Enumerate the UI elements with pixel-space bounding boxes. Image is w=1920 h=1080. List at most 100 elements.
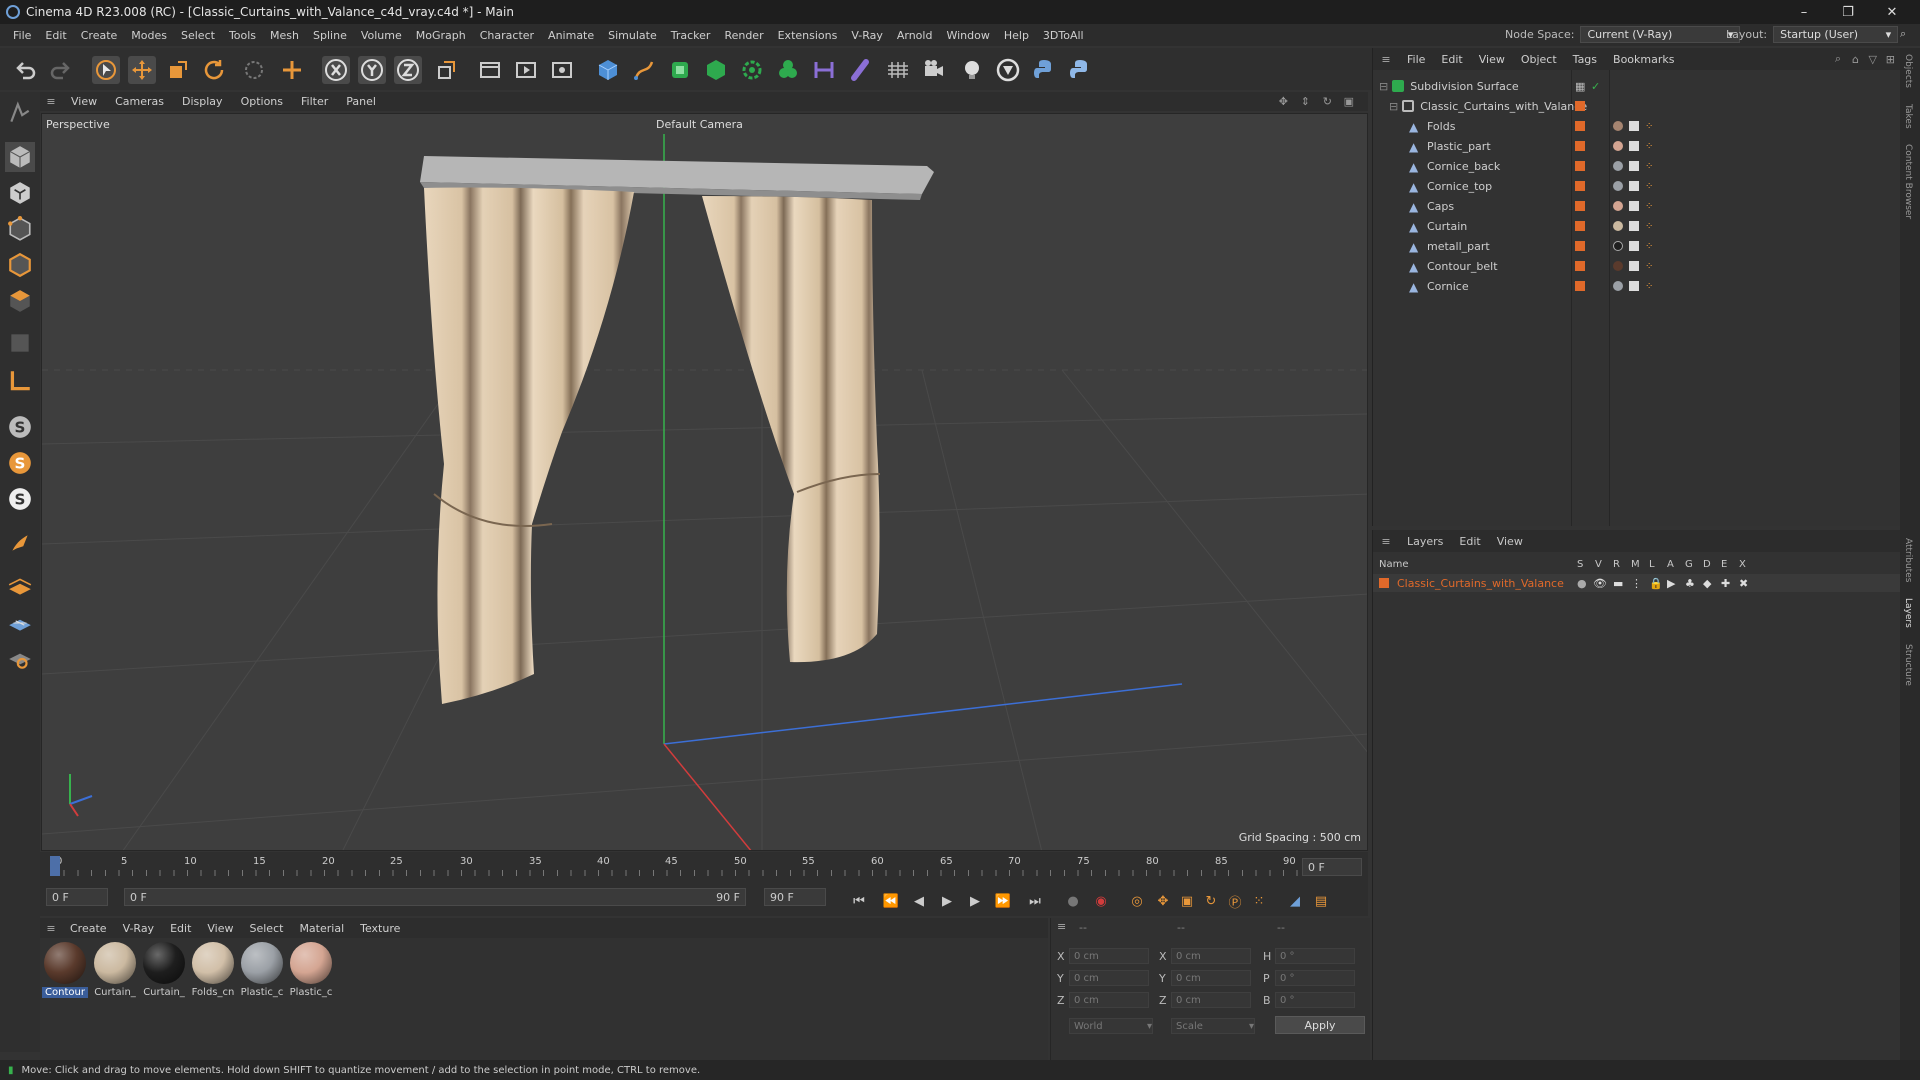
lock-toggle-icon[interactable]: 🔒 [1649,577,1663,590]
layer-color-swatch[interactable] [1575,121,1585,131]
texture-mode-icon[interactable] [5,178,35,208]
menu-animate[interactable]: Animate [541,29,601,42]
layer-menu-layers[interactable]: Layers [1399,535,1451,548]
uvw-tag-icon[interactable] [1629,121,1639,131]
coordinate-system-icon[interactable] [432,56,460,84]
go-to-end-icon[interactable]: ⏭ [1024,890,1046,912]
menu-tracker[interactable]: Tracker [664,29,718,42]
camera-icon[interactable] [920,56,948,84]
search-icon[interactable]: ⌕ [1900,27,1906,41]
menu-vray[interactable]: V-Ray [844,29,890,42]
light-icon[interactable] [958,56,986,84]
extrude-generator-icon[interactable] [702,56,730,84]
uvw-tag-icon[interactable] [1629,221,1639,231]
menu-tools[interactable]: Tools [222,29,263,42]
layer-color-swatch[interactable] [1575,221,1585,231]
go-to-start-icon[interactable]: ⏮ [848,890,870,912]
zoom-view-icon[interactable]: ⇕ [1301,95,1310,108]
xref-toggle-icon[interactable]: ✖ [1739,577,1748,590]
redo-icon[interactable] [46,56,74,84]
menu-help[interactable]: Help [997,29,1036,42]
hamburger-menu-icon[interactable]: ≡ [1057,920,1066,933]
parameter-key-icon[interactable]: Ⓟ [1224,890,1246,912]
material-swatch[interactable]: Folds_cn [190,942,236,998]
menu-extensions[interactable]: Extensions [771,29,845,42]
end-frame-field[interactable]: 90 F [764,888,826,906]
material-tag-icon[interactable] [1613,161,1623,171]
material-swatch[interactable]: Curtain_ [92,942,138,998]
enabled-check-icon[interactable]: ✓ [1591,80,1600,93]
select-tool-icon[interactable] [92,56,120,84]
pos-y-field[interactable]: 0 cm [1069,970,1149,986]
menu-edit[interactable]: Edit [38,29,73,42]
tab-objects[interactable]: Objects [1903,54,1913,88]
tab-takes[interactable]: Takes [1903,104,1913,129]
uvw-tag-icon[interactable] [1629,181,1639,191]
z-axis-lock-icon[interactable] [394,56,422,84]
viewport-menu-view[interactable]: View [62,95,106,108]
material-swatch[interactable]: Plastic_c [288,942,334,998]
render-settings-icon[interactable] [548,56,576,84]
maximize-button[interactable]: ❐ [1826,0,1870,24]
layer-menu-edit[interactable]: Edit [1451,535,1488,548]
rot-p-field[interactable]: 0 ° [1275,970,1355,986]
menu-arnold[interactable]: Arnold [890,29,940,42]
vray-logo-icon[interactable] [994,56,1022,84]
object-row[interactable]: ▲ Curtain ⁘ [1373,216,1901,236]
material-tag-icon[interactable] [1613,201,1623,211]
object-menu-edit[interactable]: Edit [1433,53,1470,66]
uv-mode-icon[interactable] [5,328,35,358]
object-row[interactable]: ▲ Cornice ⁘ [1373,276,1901,296]
material-menu-edit[interactable]: Edit [162,922,199,935]
pos-z-field[interactable]: 0 cm [1069,992,1149,1008]
camera-name[interactable]: Default Camera [656,118,743,131]
undo-icon[interactable] [12,56,40,84]
tab-layers[interactable]: Layers [1903,598,1913,628]
layer-color-swatch[interactable] [1575,141,1585,151]
material-swatch[interactable]: Curtain_ [141,942,187,998]
view-toggle-icon[interactable]: 👁 [1593,577,1607,590]
pen-spline-icon[interactable] [630,56,658,84]
layer-menu-view[interactable]: View [1489,535,1531,548]
keyframe-selection-icon[interactable]: ◎ [1126,890,1148,912]
render-toggle-icon[interactable]: ▬ [1613,577,1623,590]
previous-frame-icon[interactable]: ◀ [908,890,930,912]
collapse-icon[interactable]: ⊟ [1379,80,1388,93]
uvw-tag-icon[interactable] [1629,241,1639,251]
object-menu-tags[interactable]: Tags [1565,53,1605,66]
object-row[interactable]: ▲ Plastic_part ⁘ [1373,136,1901,156]
layer-row[interactable]: Classic_Curtains_with_Valance ● 👁 ▬ ⋮ 🔒 … [1373,574,1901,592]
menu-spline[interactable]: Spline [306,29,354,42]
texture-tag-icon[interactable]: ⁘ [1645,121,1655,132]
tab-content-browser[interactable]: Content Browser [1903,144,1913,219]
previous-key-icon[interactable]: ⏪ [880,890,902,912]
generator-toggle-icon[interactable]: ♣ [1685,577,1695,590]
record-active-icon[interactable]: ● [1062,890,1084,912]
rotate-tool-icon[interactable] [200,56,228,84]
rot-b-field[interactable]: 0 ° [1275,992,1355,1008]
menu-render[interactable]: Render [717,29,770,42]
deformer-icon[interactable] [774,56,802,84]
object-menu-view[interactable]: View [1471,53,1513,66]
menu-mograph[interactable]: MoGraph [409,29,473,42]
scale-tool-icon[interactable] [164,56,192,84]
minimize-button[interactable]: – [1782,0,1826,24]
uvw-tag-icon[interactable] [1629,161,1639,171]
object-row[interactable]: ▲ Cornice_top ⁘ [1373,176,1901,196]
snap-settings-icon[interactable]: S [5,448,35,478]
layer-color-swatch[interactable] [1379,578,1389,588]
solo-toggle-icon[interactable]: ● [1577,577,1587,590]
hamburger-menu-icon[interactable]: ≡ [1373,53,1399,66]
texture-tag-icon[interactable]: ⁘ [1645,241,1655,252]
next-frame-icon[interactable]: ▶ [964,890,986,912]
texture-tag-icon[interactable]: ⁘ [1645,181,1655,192]
render-picture-viewer-icon[interactable] [512,56,540,84]
autokey-icon[interactable]: ◉ [1090,890,1112,912]
filter-icon[interactable]: ▽ [1869,53,1877,66]
viewport-menu-filter[interactable]: Filter [292,95,337,108]
menu-simulate[interactable]: Simulate [601,29,664,42]
current-frame-field[interactable]: 0 F [1302,858,1362,876]
uvw-tag-icon[interactable] [1629,261,1639,271]
size-y-field[interactable]: 0 cm [1171,970,1251,986]
material-tag-icon[interactable] [1613,241,1623,251]
